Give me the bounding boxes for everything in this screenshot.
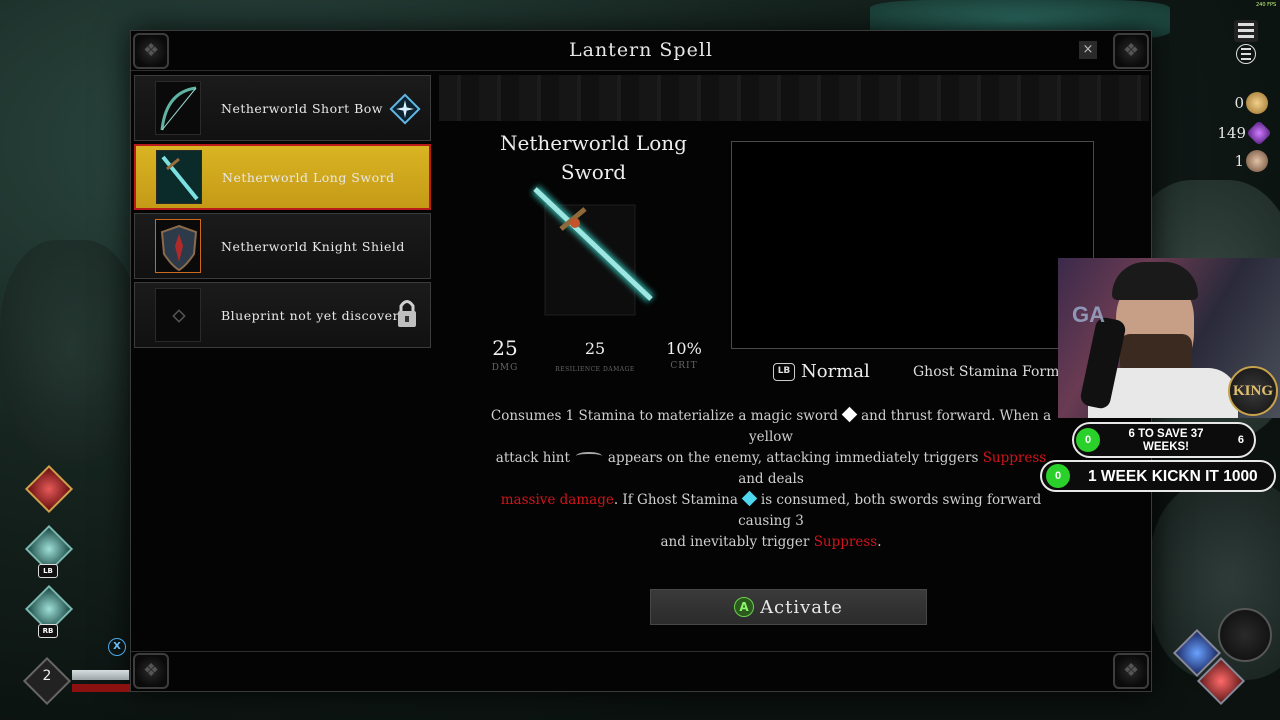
health-fill	[72, 670, 129, 680]
activate-button[interactable]: A Activate	[650, 589, 927, 625]
compass-diamond-icon	[388, 92, 422, 130]
desc-text: Consumes 1 Stamina to materialize a magi…	[490, 408, 839, 424]
goal-text: 1 WEEK KICKN IT 1000	[1088, 468, 1258, 485]
bottom-bar	[131, 651, 1151, 691]
blueprint-label: Netherworld Knight Shield	[221, 238, 405, 254]
currency-coins: 0	[1234, 92, 1268, 114]
background-rock	[0, 240, 140, 460]
x-button-icon: X	[108, 638, 126, 656]
blueprint-item-short-bow[interactable]: Netherworld Short Bow	[134, 75, 431, 141]
goal-count-left: 0	[1046, 464, 1070, 488]
gem-count: 149	[1217, 124, 1246, 142]
header-ornament	[439, 75, 1149, 121]
sword-icon	[156, 150, 202, 204]
stat-damage: 25 DMG	[465, 336, 545, 373]
sword-art-icon	[523, 181, 663, 321]
desc-text: and inevitably trigger	[660, 534, 810, 550]
close-button[interactable]: ×	[1079, 41, 1097, 59]
blueprint-item-undiscovered[interactable]: Blueprint not yet discovered	[134, 282, 431, 348]
stat-value: 25	[584, 339, 606, 358]
webcam-beanie	[1112, 262, 1198, 300]
desc-text: appears on the enemy, attacking immediat…	[607, 450, 979, 466]
menu-button[interactable]	[1234, 20, 1258, 42]
ghost-stamina-diamond-icon	[741, 490, 758, 507]
item-name: Netherworld Long Sword	[500, 131, 687, 184]
stat-label: RESILIENCE DAMAGE	[555, 366, 635, 373]
subgoal-widget: 0 6 TO SAVE 37 WEEKS! 6	[1072, 422, 1256, 458]
blueprint-label: Netherworld Long Sword	[222, 169, 395, 185]
stat-resilience-damage: 25 RESILIENCE DAMAGE	[555, 336, 635, 373]
ghost-stamina-form-tab[interactable]: Ghost Stamina Form	[913, 364, 1059, 380]
stamina-fill	[72, 684, 130, 692]
blueprint-label: Blueprint not yet discovered	[221, 307, 416, 323]
subgoal-widget: 0 1 WEEK KICKN IT 1000	[1040, 460, 1276, 492]
desc-text: attack hint	[495, 450, 570, 466]
level-number: 2	[42, 668, 52, 684]
corner-ornament-icon	[133, 653, 169, 689]
blueprint-item-knight-shield[interactable]: Netherworld Knight Shield	[134, 213, 431, 279]
keyword-suppress: Suppress	[982, 450, 1047, 466]
token-count: 1	[1234, 152, 1244, 170]
desc-text: and deals	[738, 471, 804, 487]
shield-icon	[155, 219, 201, 273]
lantern-spell-dialog: Lantern Spell × Netherworld Short Bow Ne…	[130, 30, 1152, 692]
keyword-massive-damage: massive damage	[500, 492, 614, 508]
coin-count: 0	[1234, 94, 1244, 112]
preview-video	[731, 141, 1094, 349]
desc-text: .	[877, 534, 882, 550]
skull-token-icon	[1246, 150, 1268, 172]
stamina-diamond-icon	[841, 406, 858, 423]
item-description: Consumes 1 Stamina to materialize a magi…	[481, 406, 1061, 553]
rb-button-icon: RB	[38, 624, 58, 638]
desc-text: is consumed, both swords swing forward c…	[738, 492, 1042, 529]
gem-icon	[1246, 120, 1272, 146]
spiral-emblem-icon	[1218, 608, 1272, 662]
stamina-bar	[72, 684, 130, 692]
blueprint-label: Netherworld Short Bow	[221, 100, 383, 116]
currency-tokens: 1	[1234, 150, 1268, 172]
currency-gems: 149	[1217, 120, 1272, 146]
health-bar	[72, 670, 130, 680]
unknown-blueprint-icon	[155, 288, 201, 342]
bow-icon	[155, 81, 201, 135]
goal-count-right: 6	[1237, 434, 1244, 446]
options-button[interactable]	[1236, 44, 1256, 64]
activate-label: Activate	[760, 596, 843, 618]
mode-toggle[interactable]: LB Normal	[773, 361, 870, 382]
stat-label: DMG	[491, 363, 519, 373]
mode-label: Normal	[801, 361, 870, 382]
corner-ornament-icon	[1113, 653, 1149, 689]
dialog-title: Lantern Spell	[569, 39, 713, 61]
king-logo: KING	[1228, 366, 1278, 416]
stat-label: CRIT	[670, 361, 698, 371]
stat-value: 10%	[666, 339, 702, 358]
lock-icon	[396, 297, 418, 333]
a-button-icon: A	[734, 597, 755, 617]
keyword-suppress: Suppress	[813, 534, 878, 550]
lantern-skill-icon	[24, 464, 74, 514]
stat-crit: 10% CRIT	[644, 336, 724, 371]
goal-count-left: 0	[1076, 428, 1100, 452]
goal-text: 6 TO SAVE 37 WEEKS!	[1128, 428, 1204, 453]
stat-value: 25	[492, 336, 518, 360]
desc-text: . If Ghost Stamina	[613, 492, 738, 508]
webcam-sign: GA	[1072, 302, 1105, 327]
fps-counter: 240 FPS	[1256, 2, 1277, 8]
attack-hint-icon	[575, 452, 602, 460]
lb-button-icon: LB	[773, 362, 795, 381]
lb-button-icon: LB	[38, 564, 58, 578]
blueprint-item-long-sword[interactable]: Netherworld Long Sword	[134, 144, 431, 210]
coin-icon	[1246, 92, 1268, 114]
